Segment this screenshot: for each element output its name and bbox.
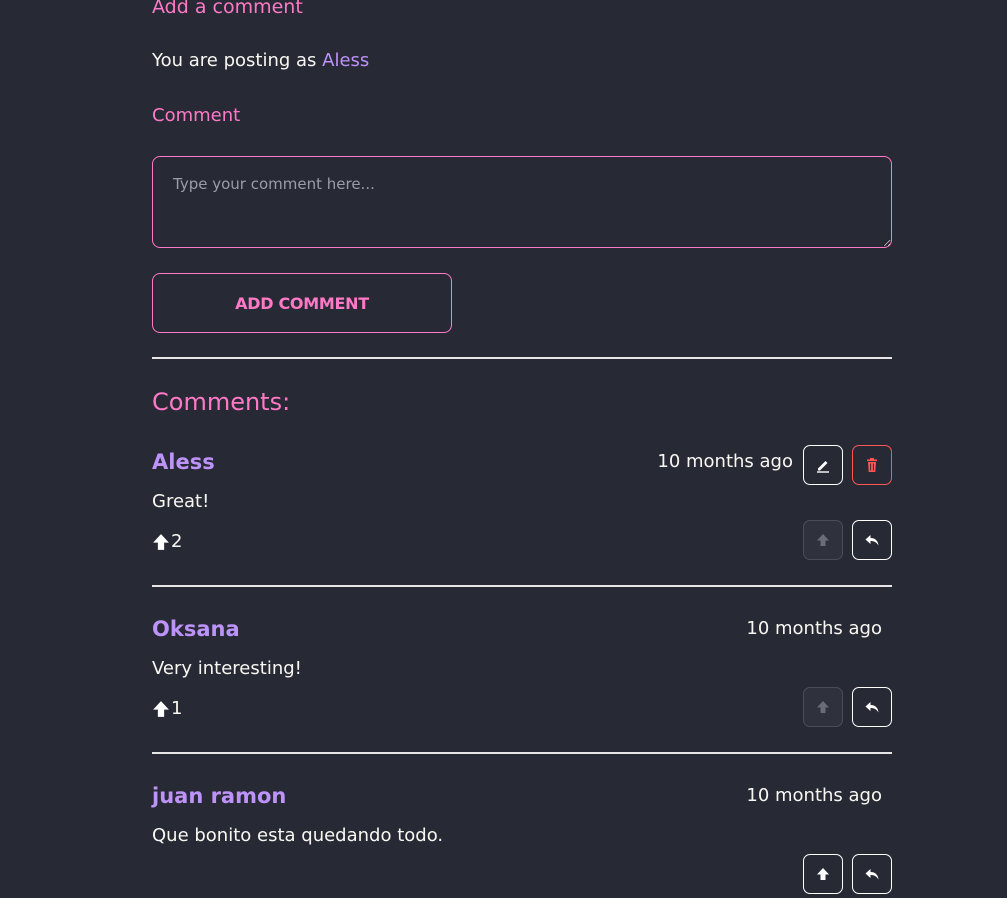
comment-body: Very interesting!	[152, 658, 302, 679]
comments-heading: Comments:	[152, 388, 291, 416]
comment-author: juan ramon	[152, 784, 287, 808]
reply-button[interactable]	[852, 687, 892, 727]
reply-button[interactable]	[852, 520, 892, 560]
divider	[152, 585, 892, 587]
add-comment-title: Add a comment	[152, 0, 303, 18]
comment-item: Oksana 10 months ago Very interesting! 1	[152, 615, 892, 755]
upvote-button[interactable]	[803, 687, 843, 727]
comment-author: Aless	[152, 450, 215, 474]
arrow-up-icon	[817, 534, 829, 546]
reply-icon	[865, 869, 879, 880]
trash-icon	[867, 458, 877, 472]
divider	[152, 357, 892, 359]
vote-number: 1	[171, 698, 183, 719]
comment-time: 10 months ago	[746, 785, 882, 806]
reply-icon	[865, 702, 879, 713]
comment-time: 10 months ago	[657, 451, 793, 472]
vote-count: 1	[152, 698, 182, 719]
divider	[152, 752, 892, 754]
posting-as-prefix: You are posting as	[152, 50, 323, 71]
reply-button[interactable]	[852, 854, 892, 894]
arrow-up-icon	[153, 533, 169, 550]
edit-button[interactable]	[803, 445, 843, 485]
posting-as-text: You are posting as Aless	[152, 50, 369, 71]
add-comment-button[interactable]: ADD COMMENT	[152, 273, 452, 333]
arrow-up-icon	[153, 700, 169, 717]
delete-button[interactable]	[852, 445, 892, 485]
vote-number: 2	[171, 531, 183, 552]
posting-as-username: Aless	[322, 50, 370, 71]
comment-author: Oksana	[152, 617, 240, 641]
comment-item: juan ramon 10 months ago Que bonito esta…	[152, 782, 892, 898]
comment-input[interactable]	[152, 156, 892, 248]
reply-icon	[865, 535, 879, 546]
comment-item: Aless 10 months ago Great! 2	[152, 445, 892, 588]
vote-count: 2	[152, 531, 182, 552]
arrow-up-icon	[817, 701, 829, 713]
upvote-button[interactable]	[803, 854, 843, 894]
arrow-up-icon	[817, 868, 829, 880]
comment-body: Great!	[152, 491, 210, 512]
upvote-button[interactable]	[803, 520, 843, 560]
comment-time: 10 months ago	[746, 618, 882, 639]
pencil-icon	[817, 461, 829, 473]
comment-body: Que bonito esta quedando todo.	[152, 825, 444, 846]
comment-label: Comment	[152, 105, 241, 126]
